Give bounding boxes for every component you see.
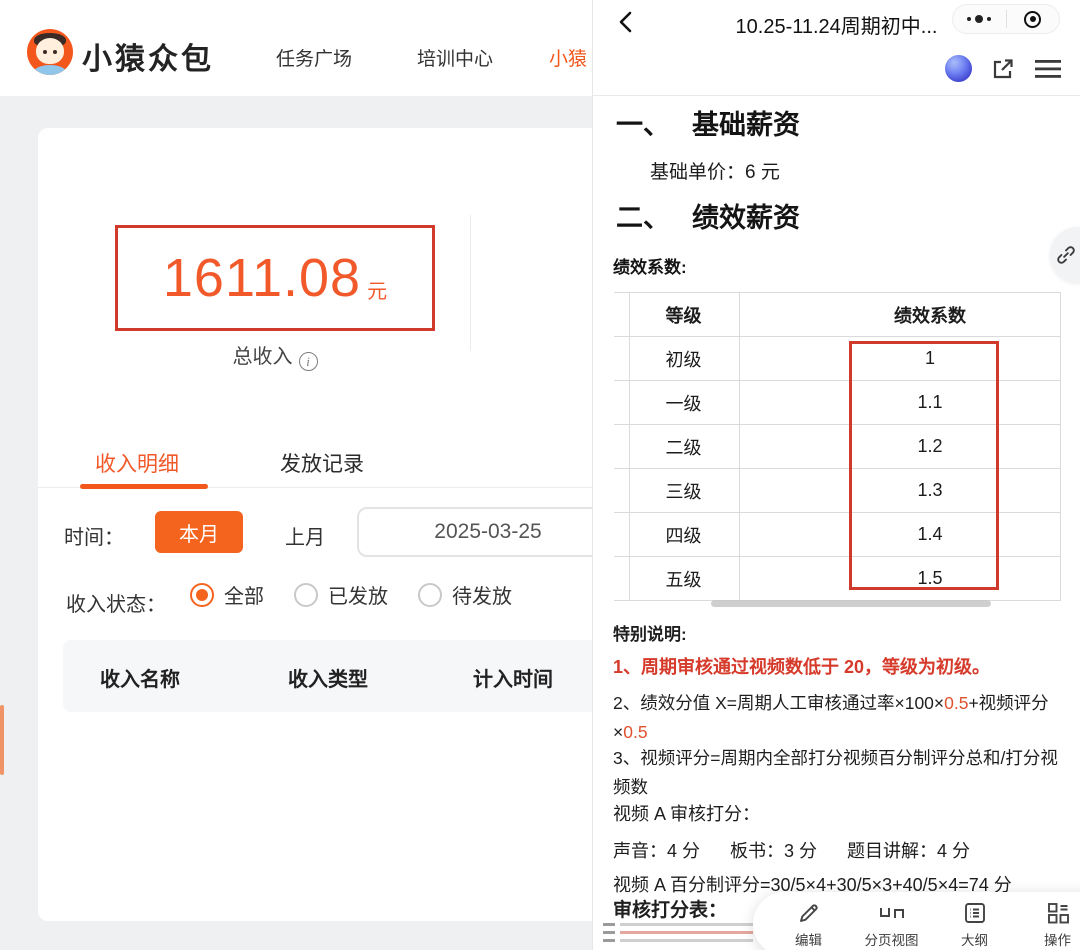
edit-button[interactable]: 编辑 [774, 900, 844, 949]
brand-monkey-logo-icon[interactable] [27, 29, 73, 75]
total-income-highlight-box: 1611.08 元 [115, 225, 435, 331]
note-2: 2、绩效分值 X=周期人工审核通过率×100×0.5+视频评分×0.5 [613, 689, 1069, 747]
col-income-name: 收入名称 [100, 663, 180, 692]
horizontal-scrollbar[interactable] [711, 600, 991, 607]
nav-task-square[interactable]: 任务广场 [276, 44, 352, 71]
total-income-amount: 1611.08 [163, 247, 361, 309]
tab-income-detail[interactable]: 收入明细 [95, 448, 179, 478]
actions-grid-icon [1045, 900, 1071, 926]
notes-title: 特别说明: [613, 620, 1069, 649]
radio-unselected-icon[interactable] [294, 583, 318, 607]
nav-training-center[interactable]: 培训中心 [417, 44, 493, 71]
section-2-heading: 二、绩效薪资 [616, 196, 800, 235]
outline-button[interactable]: 大纲 [940, 900, 1010, 949]
tab-payment-record[interactable]: 发放记录 [280, 448, 364, 478]
left-header: 小猿众包 任务广场 培训中心 小猿 [0, 0, 592, 96]
note-3: 3、视频评分=周期内全部打分视频百分制评分总和/打分视频数 [613, 744, 1069, 802]
score-table-preview [603, 923, 753, 947]
pencil-icon [796, 900, 822, 926]
miniapp-titlebar: 10.25-11.24周期初中... [593, 0, 1080, 46]
score-items: 声音：4 分板书：3 分题目讲解：4 分 [613, 837, 1069, 866]
doc-bottom-toolbar: 编辑 分页视图 大纲 操作 [753, 892, 1080, 950]
col-record-time: 计入时间 [473, 663, 553, 692]
note-1: 1、周期审核通过视频数低于 20，等级为初级。 [613, 653, 1069, 682]
close-record-icon[interactable] [1007, 11, 1060, 28]
scroll-indicator [0, 705, 4, 775]
docs-app-icon[interactable] [945, 55, 972, 82]
page-view-button[interactable]: 分页视图 [857, 900, 927, 949]
this-month-button[interactable]: 本月 [155, 511, 243, 553]
menu-icon[interactable] [1034, 57, 1062, 81]
time-filter-label: 时间： [64, 521, 124, 550]
income-table-header: 收入名称 收入类型 计入时间 [63, 640, 592, 712]
radio-unselected-icon[interactable] [418, 583, 442, 607]
radio-selected-icon[interactable] [190, 583, 214, 607]
total-income-label: 总收入i [115, 340, 435, 371]
base-price-text: 基础单价：6 元 [650, 157, 780, 184]
coef-values-highlight-box [849, 341, 999, 590]
income-dashboard-panel: 小猿众包 任务广场 培训中心 小猿 1611.08 元 总收入i 收入明细 发放… [0, 0, 592, 950]
miniapp-capsule [952, 4, 1060, 34]
last-month-button[interactable]: 上月 [285, 521, 325, 550]
radio-all[interactable]: 全部 [190, 580, 264, 609]
actions-button[interactable]: 操作 [1023, 900, 1080, 949]
open-external-icon[interactable] [990, 56, 1016, 82]
income-status-radio-group: 全部 已发放 待发放 [190, 580, 542, 609]
info-icon[interactable]: i [299, 352, 318, 371]
summary-divider [470, 215, 471, 351]
outline-icon [962, 900, 988, 926]
active-tab-underline [80, 484, 208, 489]
date-picker-input[interactable]: 2025-03-25 [357, 507, 592, 557]
col-income-type: 收入类型 [288, 663, 368, 692]
more-options-icon[interactable] [953, 15, 1006, 23]
radio-pending[interactable]: 待发放 [418, 580, 512, 609]
salary-doc-panel: 10.25-11.24周期初中... 一、基础薪资 基础单价：6 元 二、绩效薪… [592, 0, 1080, 950]
radio-paid[interactable]: 已发放 [294, 580, 388, 609]
doc-action-row [945, 55, 1062, 82]
coef-table-header-row: 等级 绩效系数 [614, 292, 1061, 337]
section-1-heading: 一、基础薪资 [616, 103, 800, 142]
link-icon [1055, 244, 1077, 266]
currency-unit: 元 [367, 275, 387, 304]
brand-name: 小猿众包 [82, 34, 214, 78]
coef-table-label: 绩效系数: [613, 253, 687, 278]
video-score-label: 视频 A 审核打分： [613, 800, 1069, 829]
income-status-label: 收入状态： [66, 588, 166, 617]
col-level: 等级 [614, 302, 739, 328]
nav-xiaoyuan[interactable]: 小猿 [549, 44, 587, 71]
page-view-icon [878, 900, 906, 926]
col-coef: 绩效系数 [739, 302, 1061, 328]
income-card: 1611.08 元 总收入i 收入明细 发放记录 时间： 本月 上月 2025-… [38, 128, 592, 921]
link-floating-button[interactable] [1050, 227, 1080, 283]
